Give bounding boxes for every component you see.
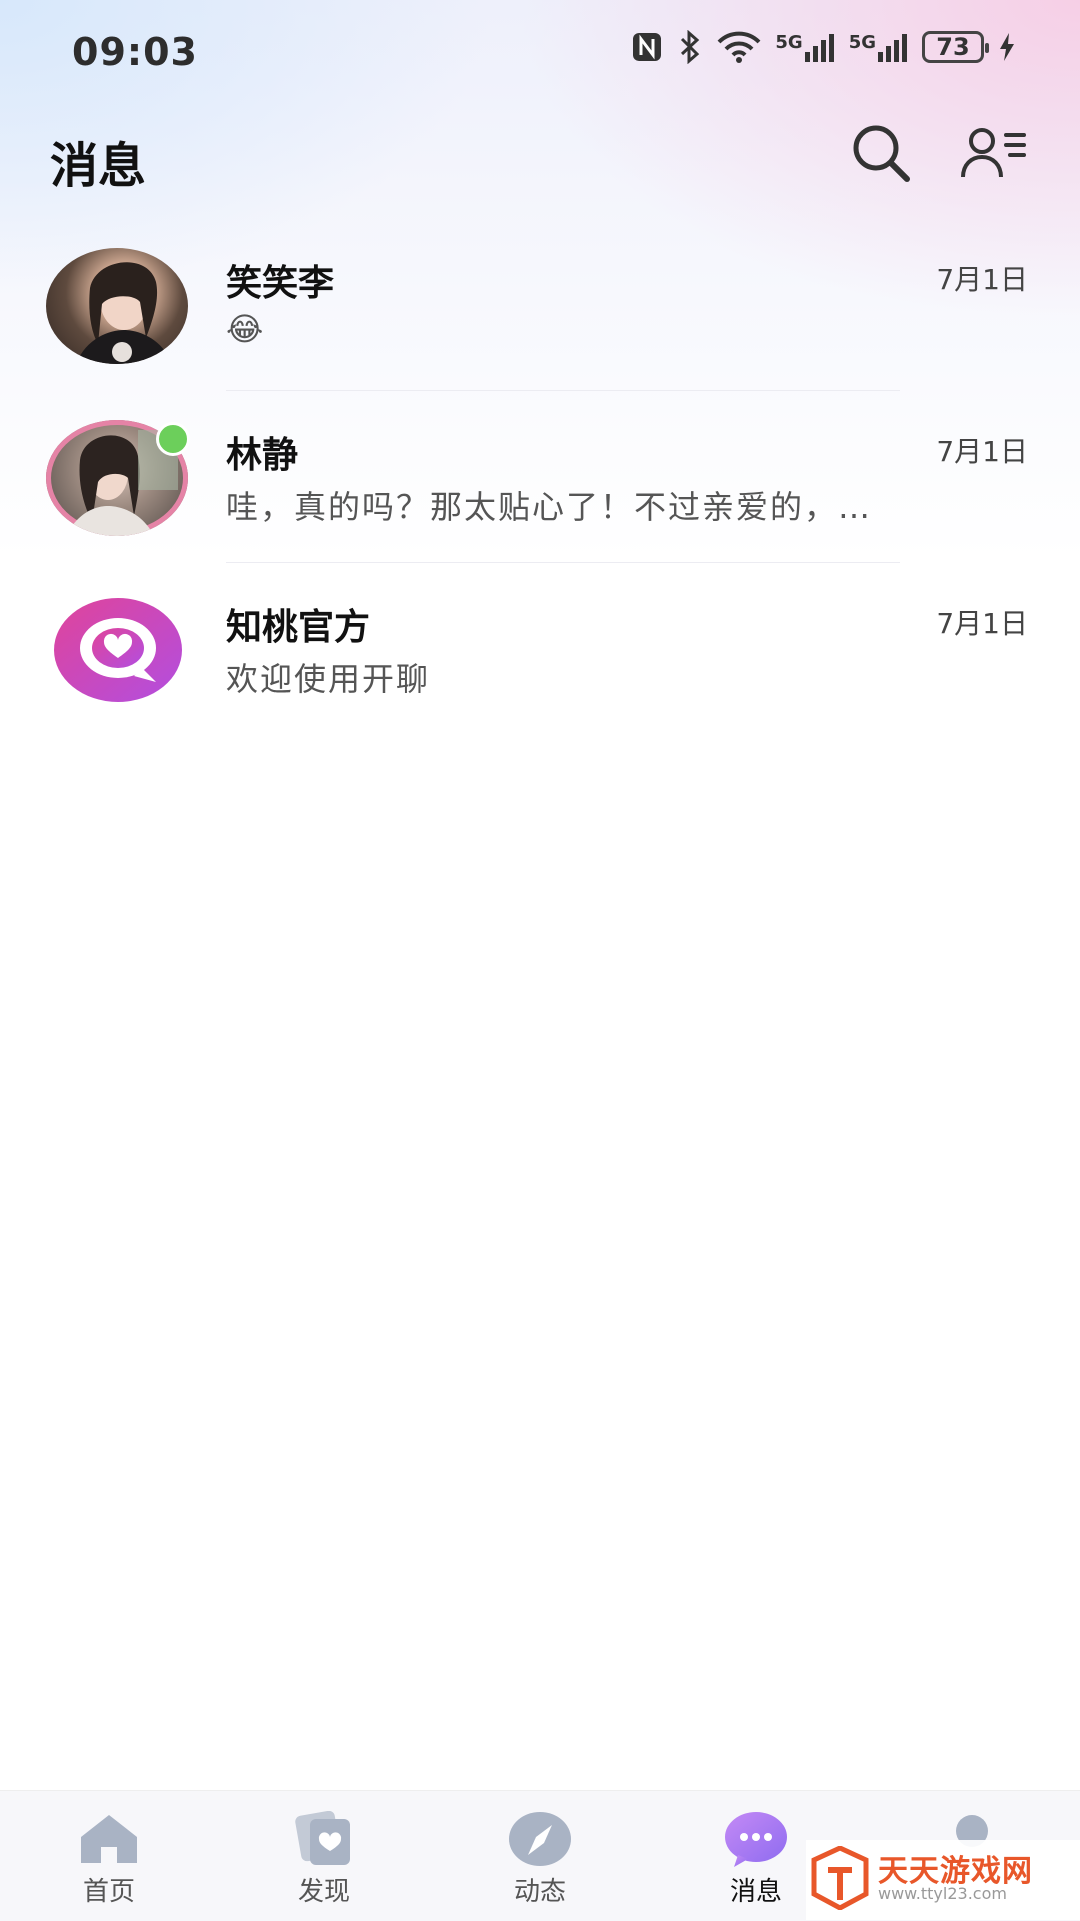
contact-name: 林静 bbox=[226, 435, 299, 476]
contact-name: 笑笑李 bbox=[226, 263, 335, 304]
status-bar: 09:03 5G 5G 73 bbox=[0, 0, 1080, 100]
chat-heart-logo-icon bbox=[54, 598, 182, 702]
divider bbox=[226, 390, 900, 391]
nav-discover[interactable]: 发现 bbox=[249, 1791, 399, 1921]
contacts-button[interactable] bbox=[958, 118, 1028, 188]
message-preview: 哇，真的吗？那太贴心了！不过亲爱的，… bbox=[226, 488, 873, 526]
search-icon bbox=[853, 125, 910, 182]
status-icons: 5G 5G 73 bbox=[631, 30, 1016, 64]
signal-icon: 5G bbox=[775, 32, 834, 62]
network-type-label: 5G bbox=[775, 32, 803, 53]
message-preview: 欢迎使用开聊 bbox=[226, 660, 431, 698]
message-preview: 😂 bbox=[226, 310, 266, 348]
nav-label: 发现 bbox=[297, 1877, 350, 1907]
watermark: 天天游戏网 www.ttyl23.com bbox=[806, 1840, 1080, 1920]
watermark-logo-icon bbox=[811, 1846, 869, 1910]
charging-icon bbox=[998, 32, 1016, 62]
page-title: 消息 bbox=[50, 138, 147, 194]
nfc-icon bbox=[631, 31, 663, 63]
divider bbox=[226, 562, 900, 563]
conversation-item[interactable]: 知桃官方 7月1日 欢迎使用开聊 bbox=[0, 584, 1080, 744]
nav-moments[interactable]: 动态 bbox=[465, 1791, 615, 1921]
chat-bubble-icon bbox=[724, 1811, 788, 1867]
bluetooth-icon bbox=[677, 30, 703, 64]
watermark-url: www.ttyl23.com bbox=[878, 1884, 1007, 1903]
conversation-item[interactable]: 笑笑李 7月1日 😂 bbox=[0, 240, 1080, 400]
message-date: 7月1日 bbox=[936, 607, 1028, 640]
nav-label: 首页 bbox=[82, 1877, 135, 1907]
contact-name: 知桃官方 bbox=[226, 607, 371, 648]
conversation-item[interactable]: 林静 7月1日 哇，真的吗？那太贴心了！不过亲爱的，… bbox=[0, 412, 1080, 572]
network-type-label-2: 5G bbox=[848, 32, 876, 53]
official-logo bbox=[46, 592, 188, 708]
message-date: 7月1日 bbox=[936, 263, 1028, 296]
battery-icon: 73 bbox=[922, 31, 989, 63]
signal-icon-2: 5G bbox=[849, 32, 908, 62]
contacts-list-icon bbox=[961, 128, 1026, 178]
search-button[interactable] bbox=[846, 118, 916, 188]
message-date: 7月1日 bbox=[936, 435, 1028, 468]
home-icon bbox=[77, 1811, 141, 1867]
status-time: 09:03 bbox=[72, 30, 198, 74]
compass-icon bbox=[508, 1811, 572, 1867]
wifi-icon bbox=[717, 31, 761, 63]
nav-home[interactable]: 首页 bbox=[34, 1791, 184, 1921]
avatar bbox=[46, 248, 188, 364]
discover-cards-icon bbox=[292, 1811, 356, 1867]
nav-label: 动态 bbox=[513, 1877, 566, 1907]
online-status-dot bbox=[156, 422, 190, 456]
